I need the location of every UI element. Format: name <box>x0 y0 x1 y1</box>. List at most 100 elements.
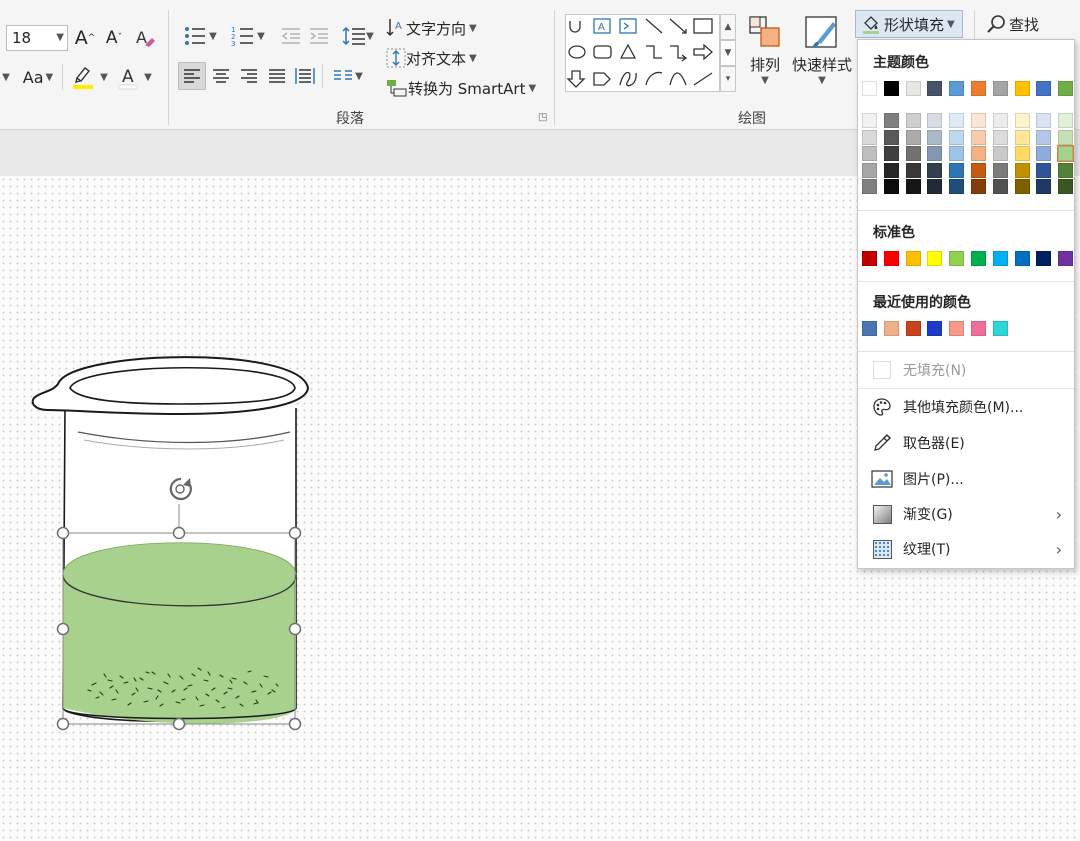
theme-shade-swatch[interactable] <box>1058 162 1074 178</box>
shapes-gallery[interactable]: A <box>565 14 720 92</box>
standard-color-swatch[interactable] <box>1014 251 1030 266</box>
theme-shade-swatch[interactable] <box>905 146 921 161</box>
convert-smartart-button[interactable]: 转换为 SmartArt ▼ <box>386 76 536 100</box>
theme-shade-swatch[interactable] <box>1014 129 1030 145</box>
standard-color-swatch[interactable] <box>862 251 877 266</box>
theme-color-swatch[interactable] <box>949 81 965 96</box>
standard-color-swatch[interactable] <box>927 251 943 266</box>
chevron-down-icon[interactable]: ▼ <box>0 64 12 90</box>
align-text-button[interactable]: 对齐文本 ▼ <box>386 46 477 70</box>
find-button[interactable]: 查找 <box>986 10 1056 38</box>
theme-shade-swatch[interactable] <box>883 162 899 178</box>
theme-shade-swatch[interactable] <box>927 113 943 128</box>
theme-shade-swatch[interactable] <box>971 179 986 194</box>
theme-shade-swatch[interactable] <box>905 162 921 178</box>
theme-shade-swatch[interactable] <box>1036 162 1052 178</box>
theme-color-swatch[interactable] <box>1036 81 1052 96</box>
recent-color-swatch[interactable] <box>883 321 899 336</box>
theme-color-swatch[interactable] <box>971 81 986 96</box>
numbering-button[interactable]: 123 ▼ <box>226 22 270 50</box>
theme-shade-swatch[interactable] <box>927 129 943 145</box>
theme-shade-swatch[interactable] <box>927 162 943 178</box>
theme-shade-swatch[interactable] <box>883 129 899 145</box>
theme-shade-swatch[interactable] <box>862 162 877 178</box>
standard-color-swatch[interactable] <box>949 251 965 266</box>
theme-shade-swatch[interactable] <box>927 146 943 161</box>
theme-shade-swatch[interactable] <box>992 146 1008 161</box>
chevron-down-icon[interactable]: ▼ <box>142 64 154 90</box>
bullets-button[interactable]: ▼ <box>178 22 222 50</box>
arrange-button[interactable]: 排列 ▼ <box>742 14 788 86</box>
theme-shade-swatch[interactable] <box>949 129 965 145</box>
dialog-launcher-icon[interactable]: ◳ <box>538 112 547 123</box>
theme-shade-swatch[interactable] <box>949 113 965 128</box>
align-left-button[interactable] <box>178 62 206 90</box>
theme-shade-swatch[interactable] <box>1058 129 1074 145</box>
gallery-more-button[interactable]: ▾ <box>720 66 736 92</box>
theme-shade-swatch[interactable] <box>992 129 1008 145</box>
standard-color-swatch[interactable] <box>971 251 986 266</box>
theme-shade-swatch[interactable] <box>992 113 1008 128</box>
theme-shade-swatch[interactable] <box>992 179 1008 194</box>
shrink-font-button[interactable]: Aˇ <box>101 24 127 52</box>
theme-shade-swatch[interactable] <box>862 129 877 145</box>
theme-shade-swatch[interactable] <box>1036 146 1052 161</box>
theme-shade-swatch[interactable] <box>1014 162 1030 178</box>
theme-shade-swatch[interactable] <box>1014 113 1030 128</box>
quick-styles-button[interactable]: 快速样式 ▼ <box>790 14 854 86</box>
theme-shade-swatch[interactable] <box>905 129 921 145</box>
gallery-scroll-up-button[interactable]: ▲ <box>720 14 736 40</box>
standard-color-swatch[interactable] <box>1058 251 1074 266</box>
eyedropper-item[interactable]: 取色器(E) <box>858 426 1074 460</box>
theme-shade-swatch[interactable] <box>1014 146 1030 161</box>
change-case-button[interactable]: Aa ▼ <box>20 64 56 90</box>
theme-shade-swatch[interactable] <box>883 146 899 161</box>
justify-button[interactable] <box>264 62 290 90</box>
recent-color-swatch[interactable] <box>971 321 986 336</box>
theme-shade-swatch[interactable] <box>971 129 986 145</box>
theme-shade-swatch[interactable] <box>949 146 965 161</box>
standard-color-swatch[interactable] <box>905 251 921 266</box>
theme-shade-swatch[interactable] <box>1036 113 1052 128</box>
standard-color-swatch[interactable] <box>992 251 1008 266</box>
more-fill-colors-item[interactable]: 其他填充颜色(M)... <box>858 390 1074 424</box>
theme-color-swatch[interactable] <box>927 81 943 96</box>
columns-button[interactable]: ▼ <box>328 62 368 90</box>
gallery-scroll-down-button[interactable]: ▼ <box>720 40 736 66</box>
theme-shade-swatch[interactable] <box>862 179 877 194</box>
theme-shade-swatch[interactable] <box>971 162 986 178</box>
theme-shade-swatch[interactable] <box>883 179 899 194</box>
theme-color-swatch[interactable] <box>905 81 921 96</box>
theme-shade-swatch[interactable] <box>1058 113 1074 128</box>
distributed-button[interactable] <box>292 62 318 90</box>
highlight-color-button[interactable] <box>68 62 98 92</box>
grow-font-button[interactable]: A ^ <box>72 24 98 52</box>
theme-shade-swatch[interactable] <box>971 113 986 128</box>
recent-color-swatch[interactable] <box>992 321 1008 336</box>
theme-shade-swatch[interactable] <box>1036 179 1052 194</box>
gradient-item[interactable]: 渐变(G) › <box>858 497 1074 531</box>
chevron-down-icon[interactable]: ▼ <box>98 64 110 90</box>
standard-color-swatch[interactable] <box>883 251 899 266</box>
theme-shade-swatch[interactable] <box>971 146 986 161</box>
theme-shade-swatch[interactable] <box>1014 179 1030 194</box>
theme-shade-swatch[interactable] <box>883 113 899 128</box>
theme-color-swatch[interactable] <box>1014 81 1030 96</box>
font-size-combo[interactable]: 18 ▼ <box>6 25 68 51</box>
theme-color-swatch[interactable] <box>883 81 899 96</box>
theme-shade-swatch[interactable] <box>905 113 921 128</box>
theme-shade-swatch[interactable] <box>949 179 965 194</box>
clear-formatting-button[interactable]: A <box>132 24 158 52</box>
theme-color-swatch[interactable] <box>1058 81 1074 96</box>
recent-color-swatch[interactable] <box>949 321 965 336</box>
recent-color-swatch[interactable] <box>905 321 921 336</box>
theme-shade-swatch[interactable] <box>927 179 943 194</box>
theme-shade-swatch[interactable] <box>862 113 877 128</box>
theme-shade-swatch[interactable] <box>1058 179 1074 194</box>
theme-shade-swatch[interactable] <box>992 162 1008 178</box>
picture-item[interactable]: 图片(P)... <box>858 462 1074 496</box>
standard-color-swatch[interactable] <box>1036 251 1052 266</box>
theme-color-swatch[interactable] <box>992 81 1008 96</box>
font-color-button[interactable]: A <box>114 62 142 92</box>
align-center-button[interactable] <box>208 62 234 90</box>
